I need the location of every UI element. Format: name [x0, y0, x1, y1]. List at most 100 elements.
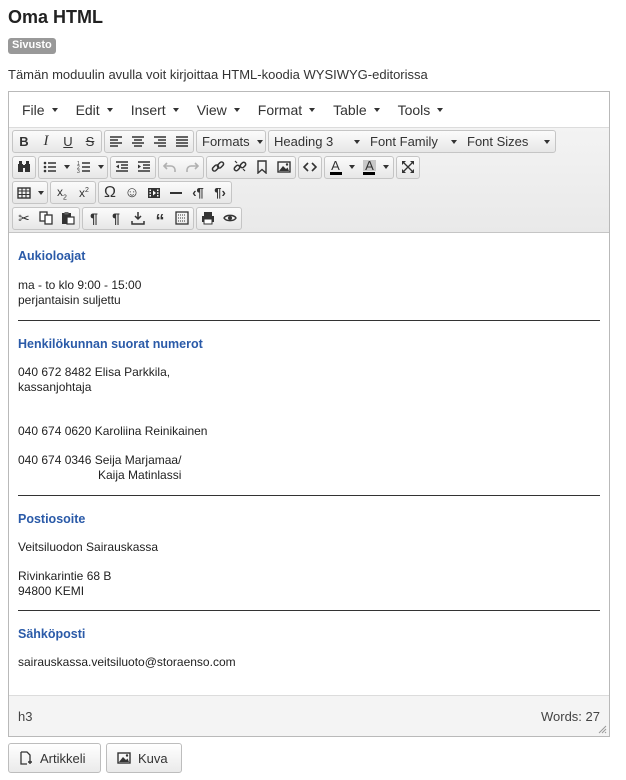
menu-format[interactable]: Format	[249, 97, 324, 123]
resize-handle-icon[interactable]	[598, 725, 607, 734]
menu-file[interactable]: File	[13, 97, 67, 123]
copy-button[interactable]	[35, 208, 57, 229]
chevron-down-icon	[172, 107, 179, 112]
chevron-down-icon	[348, 165, 355, 170]
strikethrough-button[interactable]: S	[79, 131, 101, 152]
add-article-button[interactable]: Artikkeli	[8, 743, 101, 773]
source-code-button[interactable]	[299, 157, 321, 178]
pilcrow-icon: ¶	[112, 210, 120, 227]
underline-button[interactable]: U	[57, 131, 79, 152]
fullscreen-icon	[402, 161, 414, 174]
omega-icon: Ω	[104, 183, 116, 201]
ltr-button[interactable]: ‹¶	[187, 182, 209, 203]
indent-button[interactable]	[133, 157, 155, 178]
smiley-icon: ☺	[124, 184, 140, 202]
template-button[interactable]	[171, 208, 193, 229]
menu-table[interactable]: Table	[324, 97, 388, 123]
menu-tools-label: Tools	[397, 101, 431, 118]
menu-view[interactable]: View	[188, 97, 249, 123]
bullet-list-button[interactable]	[39, 157, 73, 178]
align-center-button[interactable]	[127, 131, 149, 152]
blockquote-button[interactable]: “	[149, 208, 171, 232]
content-line: sairauskassa.veitsiluoto@storaenso.com	[18, 655, 236, 669]
copy-icon	[39, 211, 53, 225]
visual-chars-button[interactable]: ¶	[105, 208, 127, 229]
chevron-down-icon	[37, 190, 44, 195]
align-justify-button[interactable]	[171, 131, 193, 152]
word-count: Words: 27	[540, 708, 600, 724]
anchor-button[interactable]	[251, 157, 273, 178]
unlink-button[interactable]	[229, 157, 251, 178]
section-divider	[18, 610, 600, 611]
print-button[interactable]	[197, 208, 219, 229]
align-right-button[interactable]	[149, 131, 171, 152]
paste-button[interactable]	[57, 208, 79, 229]
pilcrow-icon: ¶	[90, 210, 98, 227]
outdent-button[interactable]	[111, 157, 133, 178]
editor-content-area[interactable]: Aukioloajat ma - to klo 9:00 - 15:00 per…	[9, 234, 609, 695]
italic-button[interactable]: I	[35, 131, 57, 152]
menu-tools[interactable]: Tools	[389, 97, 453, 123]
element-path[interactable]: h3	[18, 709, 32, 724]
align-center-icon	[132, 135, 144, 147]
chevron-down-icon	[51, 107, 58, 112]
code-icon	[303, 162, 317, 172]
background-color-icon: A	[363, 157, 376, 175]
font-size-dropdown[interactable]: Font Sizes	[462, 131, 555, 152]
text-color-icon: A	[329, 157, 342, 175]
rtl-icon: ¶›	[214, 185, 226, 201]
font-family-label: Font Family	[370, 134, 438, 150]
text-color-button[interactable]: A	[325, 157, 359, 178]
font-family-dropdown[interactable]: Font Family	[365, 131, 462, 152]
emoticons-button[interactable]: ☺	[121, 182, 143, 203]
subscript-button[interactable]: x2	[51, 182, 73, 203]
section-heading-email: Sähköposti	[18, 627, 86, 641]
bold-icon: B	[19, 134, 29, 150]
module-description: Tämän moduulin avulla voit kirjoittaa HT…	[8, 67, 428, 82]
rtl-button[interactable]: ¶›	[209, 182, 231, 203]
strikethrough-icon: S	[85, 134, 95, 150]
section-divider	[18, 320, 600, 321]
fullscreen-button[interactable]	[397, 157, 419, 178]
cut-button[interactable]: ✂	[13, 208, 35, 229]
bold-button[interactable]: B	[13, 131, 35, 152]
menu-format-label: Format	[257, 101, 303, 118]
content-line: 040 674 0346 Seija Marjamaa/	[18, 453, 182, 467]
numbered-list-button[interactable]: 123	[73, 157, 107, 178]
content-line: Rivinkarintie 68 B	[18, 569, 112, 583]
insert-link-button[interactable]	[207, 157, 229, 178]
menu-edit[interactable]: Edit	[67, 97, 122, 123]
horizontal-rule-button[interactable]	[165, 182, 187, 203]
quote-icon: “	[155, 211, 165, 232]
font-size-label: Font Sizes	[467, 134, 529, 150]
content-line: 040 674 0620 Karoliina Reinikainen	[18, 424, 208, 438]
page-title: Oma HTML	[8, 7, 104, 27]
heading-value: Heading 3	[274, 134, 334, 150]
align-justify-icon	[176, 135, 188, 147]
find-replace-button[interactable]	[13, 157, 35, 178]
content-line: kassanjohtaja	[18, 380, 92, 394]
redo-button[interactable]	[181, 157, 203, 178]
image-icon	[117, 752, 131, 764]
heading-dropdown[interactable]: Heading 3	[269, 131, 365, 152]
insert-datetime-button[interactable]	[127, 208, 149, 229]
show-blocks-button[interactable]: ¶	[83, 208, 105, 229]
unlink-icon	[233, 160, 247, 172]
editor-statusbar: h3 Words: 27	[9, 695, 609, 736]
background-color-button[interactable]: A	[359, 157, 393, 178]
preview-button[interactable]	[219, 208, 241, 229]
menu-insert[interactable]: Insert	[122, 97, 188, 123]
chevron-down-icon	[256, 139, 263, 144]
superscript-button[interactable]: x2	[73, 182, 95, 203]
chevron-down-icon	[373, 107, 380, 112]
insert-media-button[interactable]	[143, 182, 165, 203]
undo-button[interactable]	[159, 157, 181, 178]
formats-dropdown[interactable]: Formats	[197, 131, 265, 152]
special-character-button[interactable]: Ω	[99, 182, 121, 203]
add-document-icon	[20, 751, 32, 765]
align-left-button[interactable]	[105, 131, 127, 152]
chevron-down-icon	[451, 139, 457, 144]
insert-image-button[interactable]	[273, 157, 295, 178]
insert-table-button[interactable]	[13, 182, 47, 203]
add-image-button[interactable]: Kuva	[106, 743, 182, 773]
